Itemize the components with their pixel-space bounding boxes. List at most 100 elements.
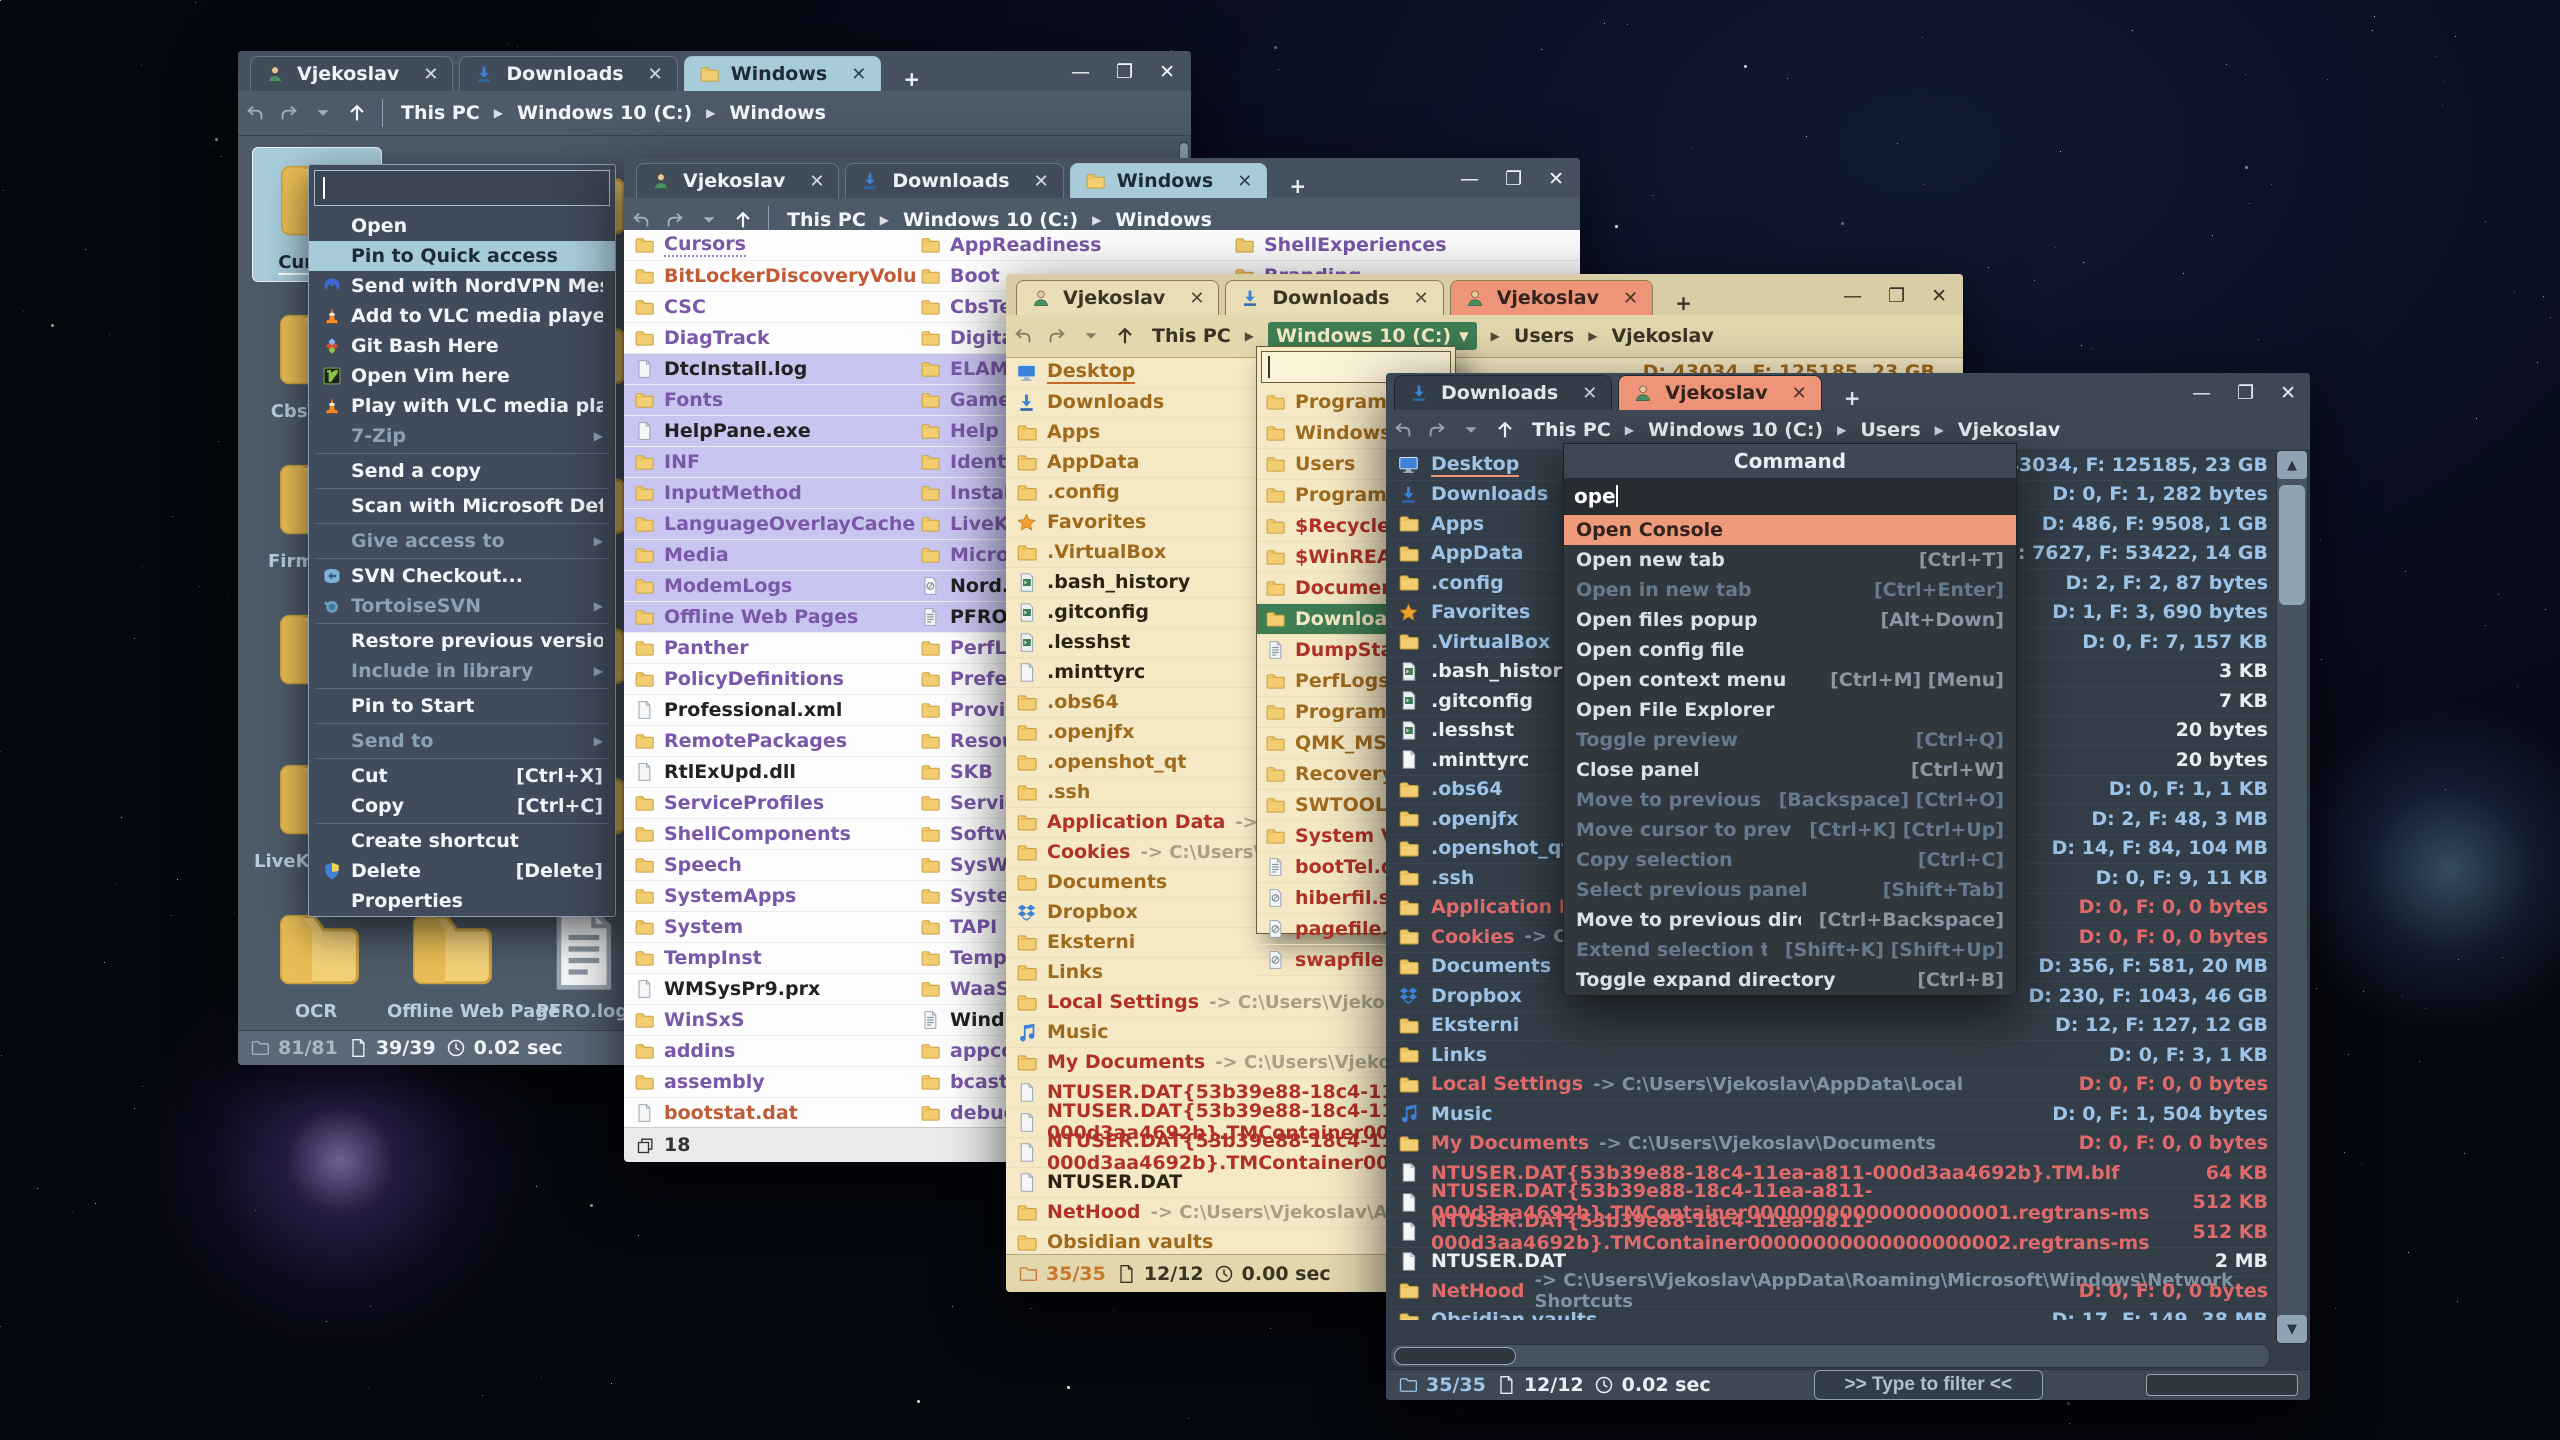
file-item-wmsyspr9-prx[interactable]: WMSysPr9.prx <box>634 974 916 1004</box>
file-item-appreadiness[interactable]: AppReadiness <box>920 230 1230 260</box>
close-button[interactable]: ✕ <box>1931 285 1947 307</box>
tab-vjekoslav[interactable]: Vjekoslav✕ <box>636 163 839 198</box>
scrollbar-thumb[interactable] <box>2279 485 2305 605</box>
nav-up-icon[interactable] <box>1488 419 1522 441</box>
menu-item-play-with-vlc-media-player[interactable]: Play with VLC media player <box>309 391 615 421</box>
file-item-professional-xml[interactable]: Professional.xml <box>634 695 916 725</box>
file-item-cursors[interactable]: Cursors <box>634 230 916 260</box>
file-item-inf[interactable]: INF <box>634 447 916 477</box>
file-row-music[interactable]: MusicD: 0, F: 1, 504 bytes <box>1386 1099 2276 1130</box>
file-item-system[interactable]: System <box>634 912 916 942</box>
tab-downloads[interactable]: Downloads✕ <box>459 56 677 91</box>
breadcrumb-item[interactable]: This PC <box>1532 419 1611 441</box>
menu-item-send-a-copy[interactable]: Send a copy <box>309 456 615 486</box>
palette-search-input[interactable]: ope <box>1564 478 2016 515</box>
maximize-button[interactable]: ❐ <box>1505 168 1522 190</box>
file-item-speech[interactable]: Speech <box>634 850 916 880</box>
tab-close-icon[interactable]: ✕ <box>1034 171 1049 192</box>
minimize-button[interactable]: — <box>1071 61 1090 83</box>
tab-downloads[interactable]: Downloads✕ <box>1394 375 1612 410</box>
maximize-button[interactable]: ❐ <box>1888 285 1905 307</box>
nav-up-icon[interactable] <box>340 102 374 124</box>
file-row-obsidian-vaults[interactable]: Obsidian vaultsD: 17, F: 149, 38 MB <box>1386 1306 2276 1321</box>
menu-item-copy[interactable]: Copy[Ctrl+C] <box>309 791 615 821</box>
breadcrumb-item[interactable]: Windows <box>729 102 826 124</box>
file-item-systemapps[interactable]: SystemApps <box>634 881 916 911</box>
breadcrumb-item[interactable]: Windows 10 (C:) <box>903 209 1078 231</box>
tab-downloads[interactable]: Downloads✕ <box>845 163 1063 198</box>
nav-back-icon[interactable] <box>1386 419 1420 441</box>
breadcrumb-item[interactable]: Windows <box>1115 209 1212 231</box>
palette-item-move-cursor-to-previous-item[interactable]: Move cursor to previous item[Ctrl+K] [Ct… <box>1564 815 2016 845</box>
palette-item-open-new-tab[interactable]: Open new tab[Ctrl+T] <box>1564 545 2016 575</box>
type-to-filter-button[interactable]: >> Type to filter << <box>1814 1370 2044 1400</box>
context-menu-filter-input[interactable] <box>314 170 610 206</box>
nav-forward-icon[interactable] <box>1040 325 1074 347</box>
palette-item-copy-selection[interactable]: Copy selection[Ctrl+C] <box>1564 845 2016 875</box>
file-row-ntuser-dat-53b39e88-18c4-11ea-a811-000d3[interactable]: NTUSER.DAT{53b39e88-18c4-11ea-a811-000d3… <box>1386 1217 2276 1248</box>
close-button[interactable]: ✕ <box>1159 61 1175 83</box>
filter-input[interactable] <box>2146 1374 2298 1396</box>
file-row-local-settings[interactable]: Local Settings-> C:\Users\Vjekoslav\AppD… <box>1386 1070 2276 1101</box>
scrollbar-horizontal[interactable] <box>1390 1344 2270 1368</box>
palette-item-open-file-explorer[interactable]: Open File Explorer <box>1564 695 2016 725</box>
menu-item-restore-previous-versions[interactable]: Restore previous versions <box>309 626 615 656</box>
palette-item-open-console[interactable]: Open Console <box>1564 515 2016 545</box>
file-item-serviceprofiles[interactable]: ServiceProfiles <box>634 788 916 818</box>
file-item-assembly[interactable]: assembly <box>634 1067 916 1097</box>
nav-back-icon[interactable] <box>238 102 272 124</box>
tab-close-icon[interactable]: ✕ <box>423 64 438 85</box>
file-item-shellexperiences[interactable]: ShellExperiences <box>1234 230 1564 260</box>
tab-windows[interactable]: Windows✕ <box>1070 163 1268 198</box>
nav-forward-icon[interactable] <box>658 209 692 231</box>
file-item-fonts[interactable]: Fonts <box>634 385 916 415</box>
tab-close-icon[interactable]: ✕ <box>1237 171 1252 192</box>
tab-downloads[interactable]: Downloads✕ <box>1225 280 1443 315</box>
palette-item-select-previous-panel[interactable]: Select previous panel[Shift+Tab] <box>1564 875 2016 905</box>
tab-close-icon[interactable]: ✕ <box>1582 383 1597 404</box>
palette-item-close-panel[interactable]: Close panel[Ctrl+W] <box>1564 755 2016 785</box>
breadcrumb-item[interactable]: Users <box>1514 325 1574 347</box>
file-item-inputmethod[interactable]: InputMethod <box>634 478 916 508</box>
file-item-addins[interactable]: addins <box>634 1036 916 1066</box>
menu-item-cut[interactable]: Cut[Ctrl+X] <box>309 761 615 791</box>
tab-vjekoslav[interactable]: Vjekoslav✕ <box>250 56 453 91</box>
history-dropdown-icon[interactable] <box>692 209 726 231</box>
scrollbar-vertical[interactable]: ▲ ▼ <box>2276 450 2308 1344</box>
tab-vjekoslav[interactable]: Vjekoslav✕ <box>1618 375 1821 410</box>
palette-item-move-to-previous-directory-in-hierarchy[interactable]: Move to previous directory in hierarchy[… <box>1564 905 2016 935</box>
menu-item-send-to[interactable]: Send to▶ <box>309 726 615 756</box>
file-row-my-documents[interactable]: My Documents-> C:\Users\Vjekoslav\Docume… <box>1386 1129 2276 1160</box>
file-item-tempinst[interactable]: TempInst <box>634 943 916 973</box>
tab-close-icon[interactable]: ✕ <box>1189 288 1204 309</box>
minimize-button[interactable]: — <box>1460 168 1479 190</box>
palette-item-toggle-expand-directory[interactable]: Toggle expand directory[Ctrl+B] <box>1564 965 2016 995</box>
nav-forward-icon[interactable] <box>272 102 306 124</box>
menu-item-create-shortcut[interactable]: Create shortcut <box>309 826 615 856</box>
tab-close-icon[interactable]: ✕ <box>851 64 866 85</box>
tab-close-icon[interactable]: ✕ <box>809 171 824 192</box>
close-button[interactable]: ✕ <box>2280 382 2296 404</box>
menu-item-delete[interactable]: Delete[Delete] <box>309 856 615 886</box>
history-dropdown-icon[interactable] <box>1454 419 1488 441</box>
palette-item-extend-selection-to-previous-item[interactable]: Extend selection to previous item[Shift+… <box>1564 935 2016 965</box>
minimize-button[interactable]: — <box>1843 285 1862 307</box>
scroll-up-icon[interactable]: ▲ <box>2277 451 2307 479</box>
scroll-down-icon[interactable]: ▼ <box>2277 1315 2307 1343</box>
maximize-button[interactable]: ❐ <box>2237 382 2254 404</box>
menu-item-open[interactable]: Open <box>309 211 615 241</box>
file-item-rtlexupd-dll[interactable]: RtlExUpd.dll <box>634 757 916 787</box>
file-item-modemlogs[interactable]: ModemLogs <box>634 571 916 601</box>
tab-close-icon[interactable]: ✕ <box>1623 288 1638 309</box>
tab-vjekoslav[interactable]: Vjekoslav✕ <box>1016 280 1219 315</box>
new-tab-button[interactable]: + <box>887 67 936 91</box>
file-item-bootstat-dat[interactable]: bootstat.dat <box>634 1098 916 1128</box>
menu-item-pin-to-start[interactable]: Pin to Start <box>309 691 615 721</box>
file-item-offline-web-pages[interactable]: Offline Web Pages <box>634 602 916 632</box>
menu-item-open-vim-here[interactable]: Open Vim here <box>309 361 615 391</box>
file-item-csc[interactable]: CSC <box>634 292 916 322</box>
breadcrumb-item[interactable]: This PC <box>401 102 480 124</box>
breadcrumb-item[interactable]: Vjekoslav <box>1611 325 1713 347</box>
menu-item-include-in-library[interactable]: Include in library▶ <box>309 656 615 686</box>
file-item-winsxs[interactable]: WinSxS <box>634 1005 916 1035</box>
